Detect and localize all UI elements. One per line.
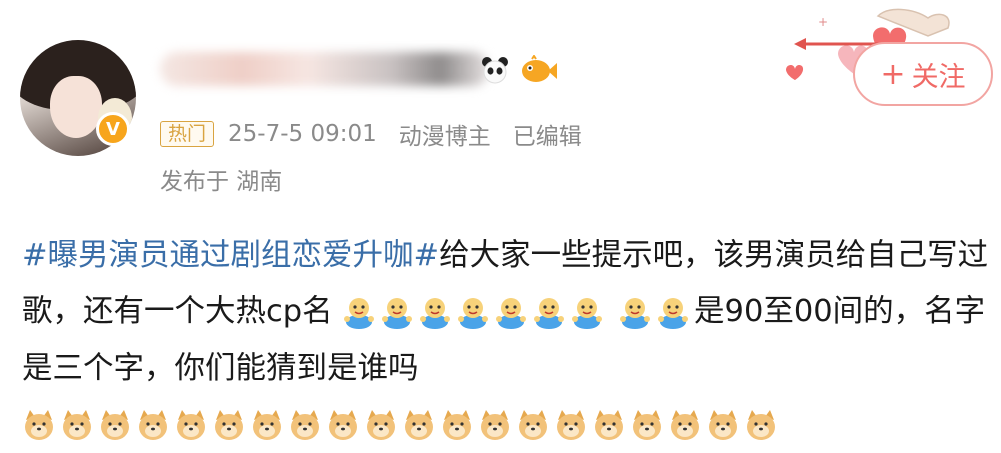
wechat-emoji-icon — [572, 297, 603, 329]
timestamp: 25-7-5 09:01 — [228, 121, 377, 147]
doge-emoji-icon — [405, 409, 433, 440]
wechat-emoji-icon — [420, 297, 451, 329]
wechat-emoji-icon — [458, 297, 489, 329]
follow-button-label: 关注 — [911, 61, 966, 93]
fish-icon — [522, 55, 557, 82]
doge-emoji-icon — [63, 409, 91, 440]
doge-emoji-icon — [747, 409, 775, 440]
doge-emoji-icon — [101, 409, 129, 440]
wechat-emoji-icon — [344, 297, 375, 329]
panda-icon — [482, 57, 508, 84]
category-label[interactable]: 动漫博主 — [399, 117, 491, 151]
post-meta: 热门 25-7-5 09:01 动漫博主 已编辑 — [160, 118, 582, 150]
doge-emoji-icon — [633, 409, 661, 440]
verified-icon: V — [96, 112, 130, 146]
doge-emoji-icon — [557, 409, 585, 440]
username-blurred[interactable] — [160, 52, 490, 86]
doge-emoji-icon — [329, 409, 357, 440]
doge-emoji-icon — [25, 409, 53, 440]
avatar-face — [50, 76, 102, 138]
location-label: 发布于 湖南 — [160, 169, 283, 195]
hot-badge[interactable]: 热门 — [160, 121, 215, 147]
svg-text:+: + — [818, 15, 828, 29]
doge-emoji-icon — [481, 409, 509, 440]
doge-emoji-icon — [443, 409, 471, 440]
doge-emoji-icon — [595, 409, 623, 440]
emoji-group-1 — [342, 285, 608, 341]
doge-emoji-icon — [215, 409, 243, 440]
doge-emoji-icon — [671, 409, 699, 440]
emoji-group-2 — [618, 285, 694, 341]
doge-emoji-icon — [139, 409, 167, 440]
wechat-emoji-icon — [658, 297, 689, 329]
plus-icon: + — [880, 56, 906, 92]
wechat-emoji-icon — [534, 297, 565, 329]
post-content: #曝男演员通过剧组恋爱升咖#给大家一些提示吧，该男演员给自己写过歌，还有一个大热… — [22, 228, 992, 453]
hashtag-link[interactable]: #曝男演员通过剧组恋爱升咖# — [22, 238, 439, 273]
doge-emoji-icon — [519, 409, 547, 440]
doge-emoji-icon — [177, 409, 205, 440]
emoji-group-doge — [22, 397, 992, 453]
doge-emoji-icon — [253, 409, 281, 440]
wechat-emoji-icon — [496, 297, 527, 329]
wechat-emoji-icon — [620, 297, 651, 329]
doge-emoji-icon — [367, 409, 395, 440]
edited-label[interactable]: 已编辑 — [513, 117, 582, 151]
wechat-emoji-icon — [382, 297, 413, 329]
doge-emoji-icon — [709, 409, 737, 440]
follow-button[interactable]: + 关注 — [853, 42, 993, 106]
doge-emoji-icon — [291, 409, 319, 440]
